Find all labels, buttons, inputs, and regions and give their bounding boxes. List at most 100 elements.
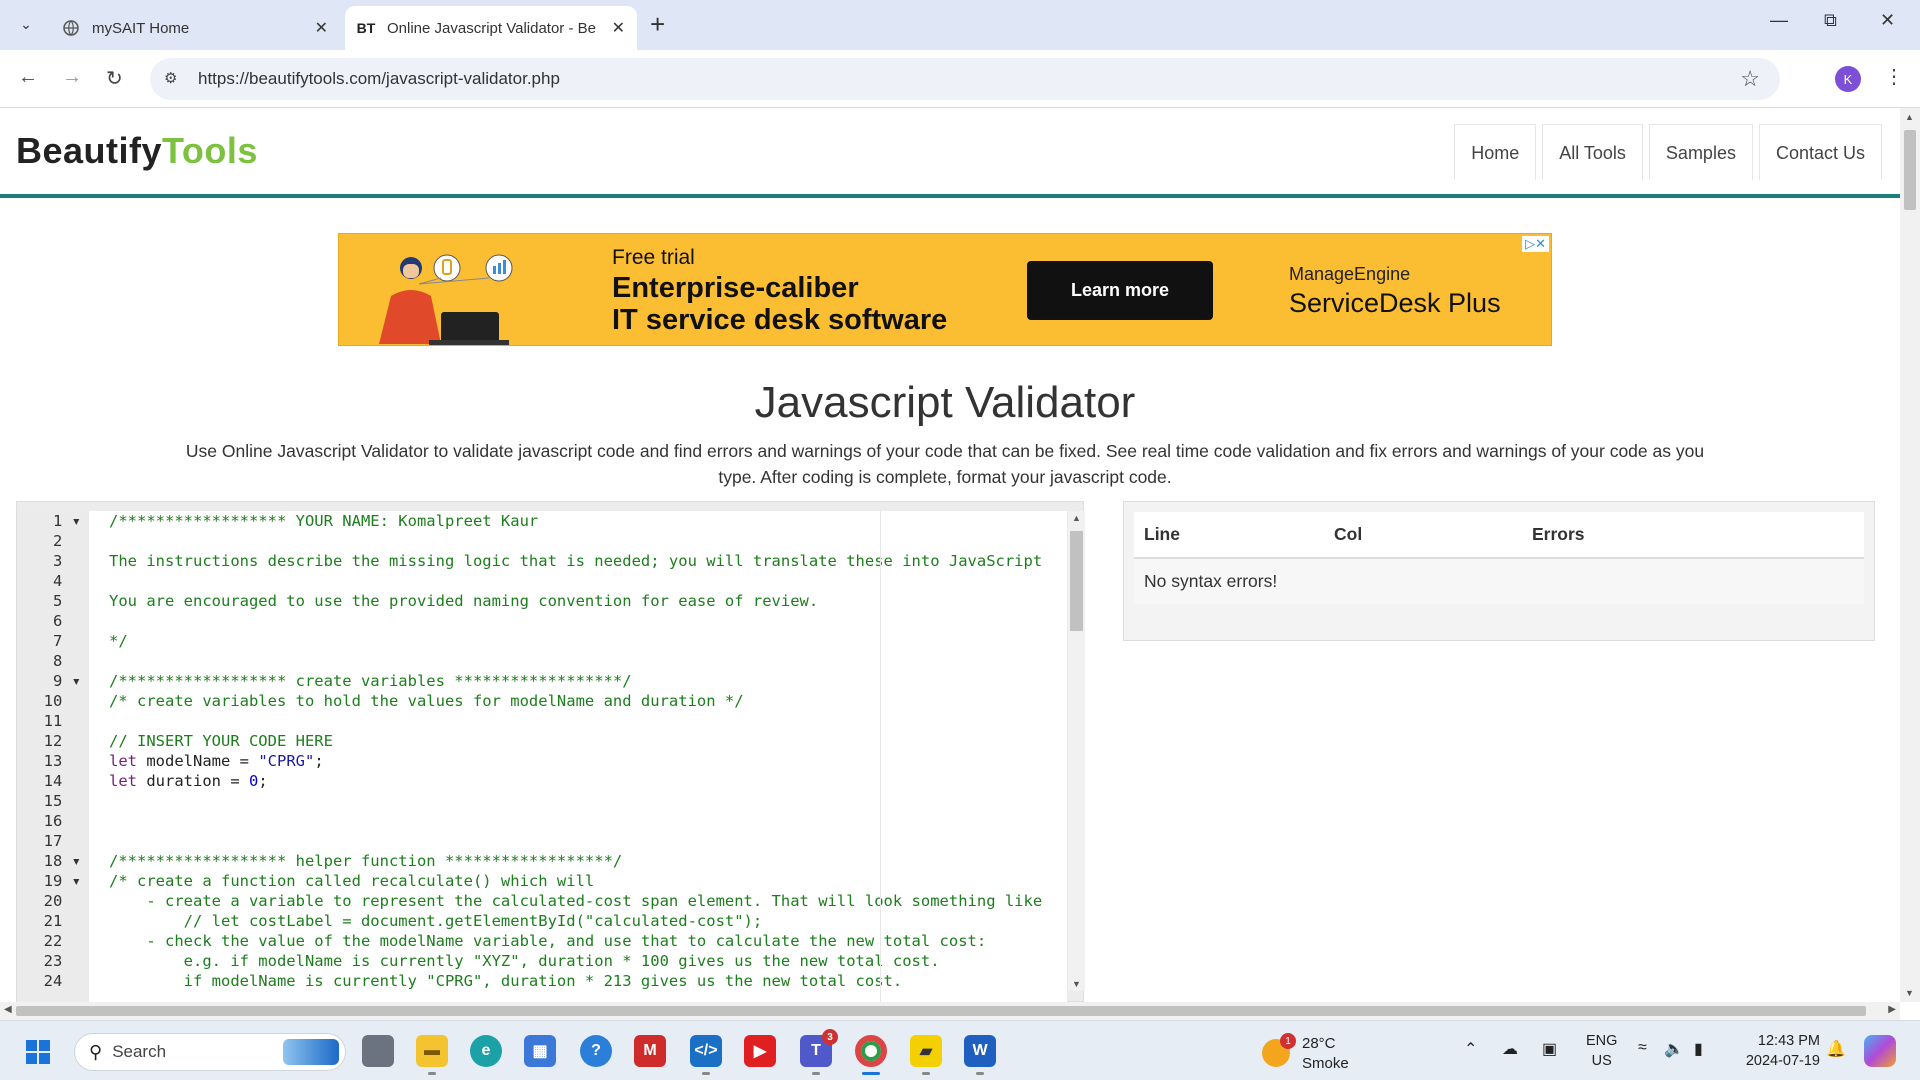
edge-icon[interactable]: e — [470, 1035, 502, 1067]
youtube-icon[interactable]: ▶ — [744, 1035, 776, 1067]
windows-start-icon[interactable] — [26, 1040, 50, 1064]
code-line[interactable]: - create a variable to represent the cal… — [89, 891, 1067, 911]
task-view-icon[interactable] — [362, 1035, 394, 1067]
scroll-down-icon[interactable]: ▼ — [1905, 988, 1914, 998]
line-number: 11 — [43, 712, 81, 730]
weather-widget[interactable]: 1 28°C Smoke — [1262, 1031, 1392, 1075]
code-line[interactable]: let duration = 0; — [89, 771, 1067, 791]
code-line[interactable]: */ — [89, 631, 1067, 651]
page-hscroll-thumb[interactable] — [16, 1006, 1866, 1016]
copilot-icon[interactable] — [1864, 1035, 1896, 1067]
scroll-right-icon[interactable]: ▶ — [1888, 1004, 1896, 1015]
scroll-up-icon[interactable]: ▲ — [1072, 513, 1081, 523]
line-number: 16 — [43, 812, 81, 830]
code-line[interactable] — [89, 611, 1067, 631]
nav-home[interactable]: Home — [1454, 124, 1537, 180]
profile-avatar[interactable]: K — [1835, 66, 1861, 92]
close-tab-icon[interactable]: ✕ — [315, 18, 328, 38]
nav-contact-us[interactable]: Contact Us — [1758, 124, 1882, 180]
cloud-sync-icon[interactable]: ☁ — [1502, 1039, 1518, 1059]
minimize-icon[interactable]: — — [1770, 10, 1788, 31]
code-line[interactable]: - check the value of the modelName varia… — [89, 931, 1067, 951]
teams-badge: 3 — [822, 1029, 838, 1045]
code-line[interactable]: /* create variables to hold the values f… — [89, 691, 1067, 711]
site-header: BeautifyTools Home All Tools Samples Con… — [0, 108, 1900, 198]
code-line[interactable] — [89, 571, 1067, 591]
close-window-icon[interactable]: ✕ — [1880, 10, 1895, 31]
address-bar[interactable]: ⚙ https://beautifytools.com/javascript-v… — [150, 58, 1780, 100]
line-number: 9 ▾ — [53, 672, 81, 690]
restore-icon[interactable]: ⧉ — [1824, 10, 1837, 31]
forward-arrow-icon[interactable]: → — [62, 66, 82, 89]
volume-muted-icon[interactable]: 🔈 — [1664, 1039, 1684, 1059]
battery-icon[interactable]: ▮ — [1694, 1039, 1703, 1059]
code-line[interactable] — [89, 811, 1067, 831]
page-horizontal-scrollbar[interactable]: ◀ ▶ — [0, 1002, 1900, 1020]
tab-mysait-home[interactable]: mySAIT Home ✕ — [50, 6, 340, 50]
close-tab-icon[interactable]: ✕ — [612, 18, 625, 38]
search-highlight-icon — [283, 1039, 339, 1065]
code-line[interactable]: /****************** create variables ***… — [89, 671, 1067, 691]
code-line[interactable]: /* create a function called recalculate(… — [89, 871, 1067, 891]
language-indicator[interactable]: ENG US — [1586, 1031, 1617, 1071]
code-editor[interactable]: 1 ▾ 2 3 4 5 6 7 8 9 ▾ 10 11 12 13 14 15 16… — [16, 501, 1085, 1002]
code-line[interactable]: e.g. if modelName is currently "XYZ", du… — [89, 951, 1067, 971]
scroll-up-icon[interactable]: ▲ — [1905, 112, 1914, 122]
scroll-left-icon[interactable]: ◀ — [4, 1004, 12, 1015]
code-line[interactable]: // INSERT YOUR CODE HERE — [89, 731, 1067, 751]
code-line[interactable] — [89, 831, 1067, 851]
reload-icon[interactable]: ↻ — [106, 66, 123, 91]
bookmark-star-icon[interactable]: ☆ — [1740, 66, 1760, 92]
show-hidden-icons-chevron-icon[interactable]: ⌃ — [1464, 1039, 1477, 1059]
chrome-icon[interactable] — [855, 1035, 887, 1067]
line-number: 19 ▾ — [43, 872, 81, 890]
new-tab-plus-icon[interactable]: + — [650, 10, 665, 38]
code-line[interactable] — [89, 711, 1067, 731]
code-line[interactable]: You are encouraged to use the provided n… — [89, 591, 1067, 611]
display-icon[interactable]: ▣ — [1542, 1039, 1557, 1059]
beautifytools-favicon: BT — [356, 20, 376, 36]
microsoft-store-icon[interactable]: ▦ — [524, 1035, 556, 1067]
ad-learn-more-button[interactable]: Learn more — [1027, 261, 1213, 320]
code-line[interactable]: // let costLabel = document.getElementBy… — [89, 911, 1067, 931]
code-line[interactable]: /****************** YOUR NAME: Komalpree… — [89, 511, 1067, 531]
teams-icon[interactable]: T3 — [800, 1029, 838, 1067]
get-help-icon[interactable]: ? — [580, 1035, 612, 1067]
browser-tab-strip: ⌄ mySAIT Home ✕ BT Online Javascript Val… — [0, 0, 1920, 50]
file-explorer-icon[interactable]: ▬ — [416, 1035, 448, 1067]
editor-scrollbar[interactable]: ▲ ▼ — [1068, 511, 1085, 991]
editor-code-area[interactable]: /****************** YOUR NAME: Komalpree… — [89, 511, 1067, 1002]
notification-bell-icon[interactable]: 🔔 — [1826, 1039, 1846, 1059]
nav-samples[interactable]: Samples — [1648, 124, 1753, 180]
nav-all-tools[interactable]: All Tools — [1542, 124, 1643, 180]
code-line[interactable] — [89, 531, 1067, 551]
code-line[interactable]: /****************** helper function ****… — [89, 851, 1067, 871]
code-line[interactable]: if modelName is currently "CPRG", durati… — [89, 971, 1067, 991]
page-vertical-scrollbar[interactable]: ▲ ▼ — [1900, 108, 1920, 1002]
scroll-down-icon[interactable]: ▼ — [1072, 979, 1081, 989]
weather-temp: 28°C — [1302, 1035, 1336, 1052]
url-text[interactable]: https://beautifytools.com/javascript-val… — [198, 69, 560, 89]
page-scroll-thumb[interactable] — [1904, 130, 1916, 210]
site-settings-icon[interactable]: ⚙ — [164, 69, 184, 89]
taskbar-search-box[interactable]: ⚲ Search — [74, 1033, 346, 1071]
system-clock[interactable]: 12:43 PM 2024-07-19 — [1736, 1031, 1820, 1071]
adchoices-icon[interactable]: ▷✕ — [1522, 236, 1549, 252]
mcafee-icon[interactable]: M — [634, 1035, 666, 1067]
word-icon[interactable]: W — [964, 1035, 996, 1067]
tab-javascript-validator[interactable]: BT Online Javascript Validator - Be ✕ — [345, 6, 637, 50]
code-line[interactable]: let modelName = "CPRG"; — [89, 751, 1067, 771]
line-number: 6 — [53, 612, 81, 630]
sticky-notes-icon[interactable]: ▰ — [910, 1035, 942, 1067]
wifi-icon[interactable]: ≈ — [1638, 1039, 1647, 1057]
site-logo[interactable]: BeautifyTools — [16, 130, 258, 172]
back-arrow-icon[interactable]: ← — [18, 66, 38, 89]
browser-menu-icon[interactable]: ⋮ — [1884, 64, 1904, 89]
code-line[interactable]: The instructions describe the missing lo… — [89, 551, 1067, 571]
code-line[interactable] — [89, 791, 1067, 811]
code-line[interactable] — [89, 651, 1067, 671]
advertisement-banner[interactable]: Free trial Enterprise-caliber IT service… — [338, 233, 1552, 346]
editor-scroll-thumb[interactable] — [1070, 531, 1083, 631]
tab-search-chevron-icon[interactable]: ⌄ — [12, 10, 40, 38]
vscode-icon[interactable]: </> — [690, 1035, 722, 1067]
